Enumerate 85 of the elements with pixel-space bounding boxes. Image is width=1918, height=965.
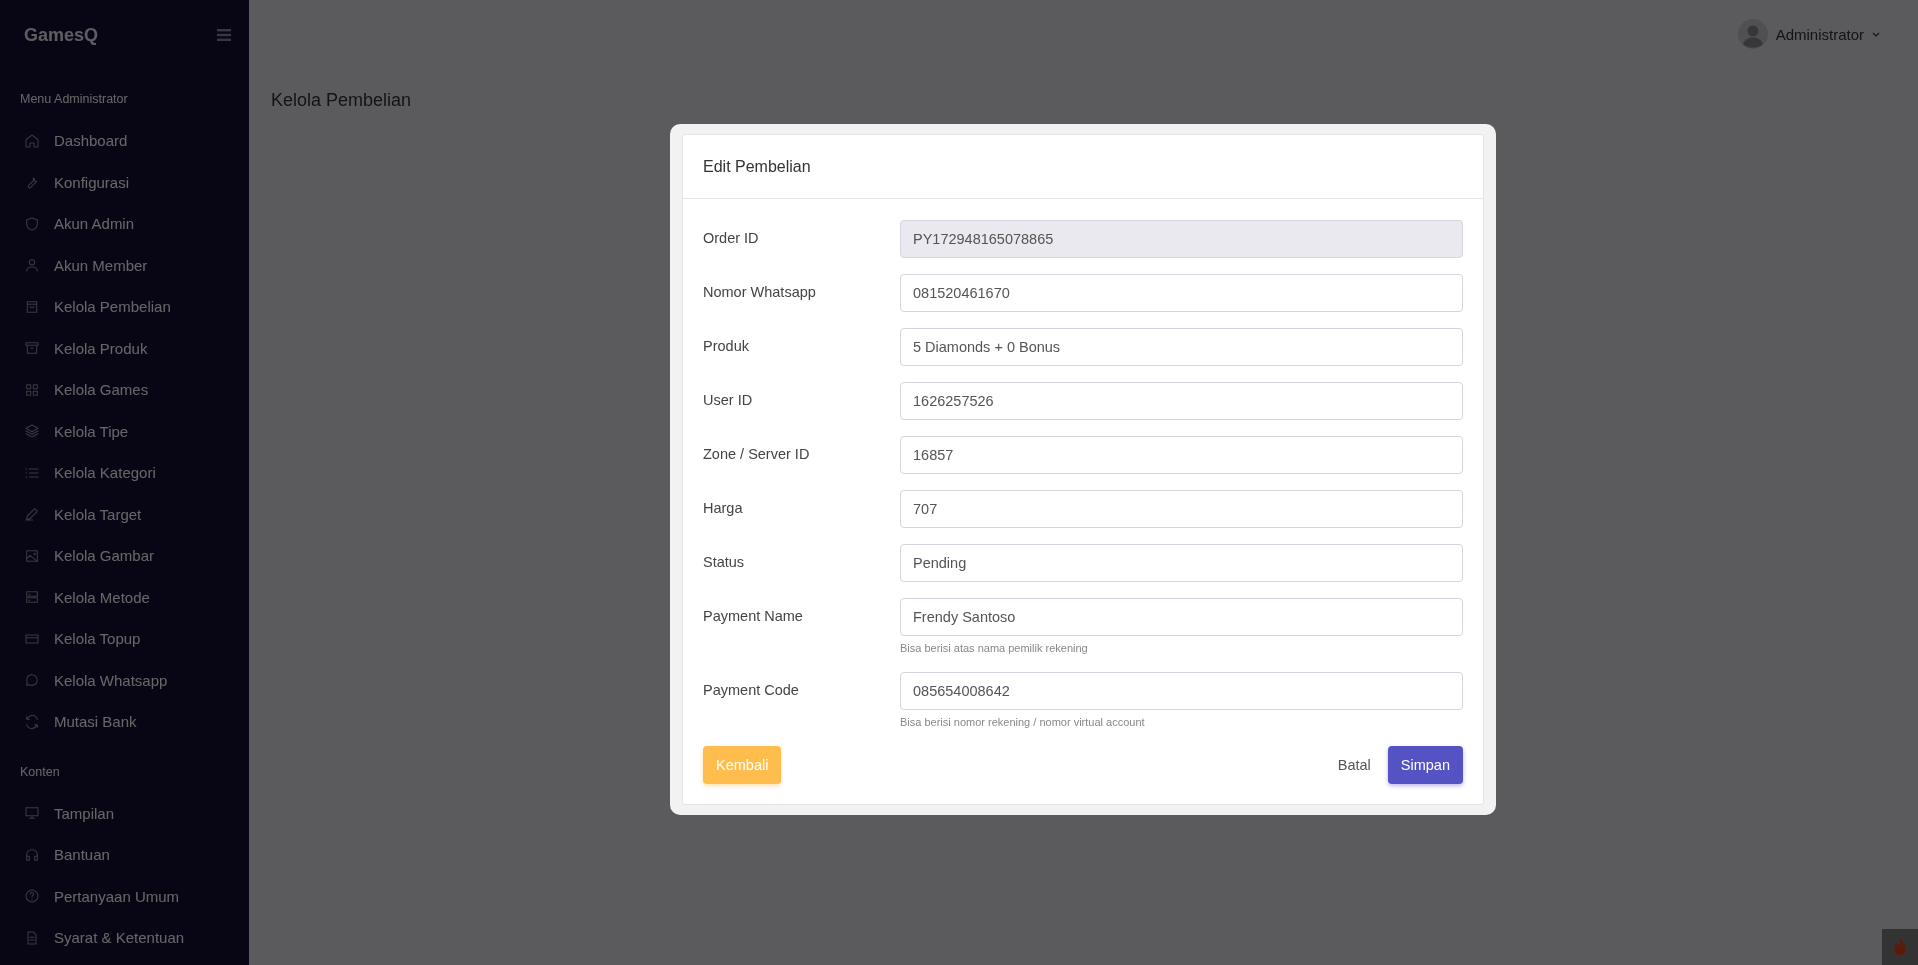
- field-label: Zone / Server ID: [703, 445, 811, 464]
- input-field[interactable]: 707: [900, 490, 1463, 528]
- sidebar-item[interactable]: Kelola Tipe: [20, 410, 249, 452]
- user-icon: [24, 257, 40, 274]
- sidebar-item-label: Akun Admin: [54, 215, 135, 233]
- sidebar-item[interactable]: Kelola Kategori: [20, 452, 249, 494]
- chevron-down-icon: [1872, 31, 1880, 37]
- sidebar-item[interactable]: Kelola Gambar: [20, 535, 249, 577]
- user-menu[interactable]: Administrator: [1737, 19, 1880, 49]
- sidebar-item[interactable]: Kelola Whatsapp: [20, 659, 249, 701]
- sidebar-item[interactable]: Kelola Target: [20, 493, 249, 535]
- sidebar-item-label: Kelola Whatsapp: [54, 671, 168, 689]
- input-field[interactable]: 16857: [900, 436, 1463, 474]
- field-label: Harga: [703, 499, 744, 518]
- document-icon: [24, 929, 40, 946]
- sidebar-item-label: Pertanyaan Umum: [54, 887, 180, 905]
- sidebar-item-label: Kelola Target: [54, 505, 142, 523]
- field-label: Payment Code: [703, 681, 800, 700]
- sidebar-item-label: Kelola Gambar: [54, 547, 155, 565]
- field-label: Nomor Whatsapp: [703, 283, 817, 302]
- input-field[interactable]: 5 Diamonds + 0 Bonus: [900, 328, 1463, 366]
- field-label: Order ID: [703, 229, 760, 248]
- server-icon: [24, 589, 40, 606]
- sidebar-item[interactable]: Syarat & Ketentuan: [20, 917, 249, 959]
- sidebar-item-label: Kelola Produk: [54, 339, 148, 357]
- avatar-icon: [1737, 19, 1768, 49]
- help-text: Bisa berisi atas nama pemilik rekening: [900, 642, 1089, 654]
- sidebar-item[interactable]: Kelola Games: [20, 369, 249, 411]
- question-icon: [24, 888, 40, 905]
- sidebar-item[interactable]: Pertanyaan Umum: [20, 875, 249, 917]
- sidebar-item-label: Mutasi Bank: [54, 713, 137, 731]
- headphones-icon: [24, 846, 40, 863]
- home-icon: [24, 132, 40, 149]
- sidebar-item[interactable]: Kelola Metode: [20, 576, 249, 618]
- sidebar-item[interactable]: Bantuan: [20, 834, 249, 876]
- image-icon: [24, 547, 40, 564]
- sidebar-item-label: Kelola Games: [54, 381, 149, 399]
- input-field[interactable]: 081520461670: [900, 274, 1463, 312]
- input-field[interactable]: Frendy Santoso: [900, 598, 1463, 636]
- page-title: Kelola Pembelian: [271, 90, 413, 111]
- menu-section-title: Konten: [20, 764, 61, 781]
- input-field[interactable]: 085654008642: [900, 672, 1463, 710]
- sidebar-item[interactable]: Kelola Pembelian: [20, 286, 249, 328]
- brand-logo[interactable]: GamesQ: [24, 24, 99, 46]
- sidebar-item[interactable]: Mutasi Bank: [20, 701, 249, 743]
- sidebar-item-label: Konfigurasi: [54, 173, 130, 191]
- archive-icon: [24, 340, 40, 357]
- sidebar-item[interactable]: Kelola Topup: [20, 618, 249, 660]
- sidebar-item-label: Kelola Pembelian: [54, 298, 171, 316]
- sidebar-item[interactable]: Dashboard: [20, 120, 249, 162]
- sidebar-item-label: Kelola Metode: [54, 588, 150, 606]
- monitor-icon: [24, 805, 40, 822]
- sidebar-item-label: Tampilan: [54, 804, 115, 822]
- sidebar-item[interactable]: Konfigurasi: [20, 161, 249, 203]
- flame-icon[interactable]: [1882, 929, 1918, 965]
- refresh-icon: [24, 713, 40, 730]
- input-field[interactable]: Pending: [900, 544, 1463, 582]
- sidebar-item-label: Kelola Kategori: [54, 464, 156, 482]
- sidebar-item[interactable]: Kelola Produk: [20, 327, 249, 369]
- grid-icon: [24, 381, 40, 398]
- field-label: Produk: [703, 337, 750, 356]
- cancel-button[interactable]: Batal: [1335, 746, 1373, 784]
- menu-section-title: Menu Administrator: [20, 92, 129, 108]
- sidebar-item[interactable]: Tampilan: [20, 792, 249, 834]
- pencil-icon: [24, 506, 40, 523]
- sidebar-item-label: Kelola Topup: [54, 630, 141, 648]
- modal-title: Edit Pembelian: [703, 157, 811, 176]
- chat-icon: [24, 672, 40, 689]
- shield-icon: [24, 215, 40, 232]
- sidebar-item-label: Kelola Tipe: [54, 422, 129, 440]
- bag-icon: [24, 298, 40, 315]
- sidebar-item-label: Dashboard: [54, 132, 128, 150]
- field-label: Status: [703, 553, 746, 572]
- layers-icon: [24, 423, 40, 440]
- help-text: Bisa berisi nomor rekening / nomor virtual account: [900, 716, 1146, 728]
- sidebar-item-label: Syarat & Ketentuan: [54, 929, 185, 947]
- sidebar-item-label: Akun Member: [54, 256, 148, 274]
- field-label: User ID: [703, 391, 754, 410]
- sidebar-item-label: Bantuan: [54, 846, 110, 864]
- sidebar-item[interactable]: Akun Member: [20, 244, 249, 286]
- menu-icon[interactable]: [217, 29, 231, 41]
- field-label: Payment Name: [703, 607, 804, 626]
- save-button[interactable]: Simpan: [1387, 746, 1463, 784]
- input-field[interactable]: 1626257526: [900, 382, 1463, 420]
- sidebar-item[interactable]: Akun Admin: [20, 203, 249, 245]
